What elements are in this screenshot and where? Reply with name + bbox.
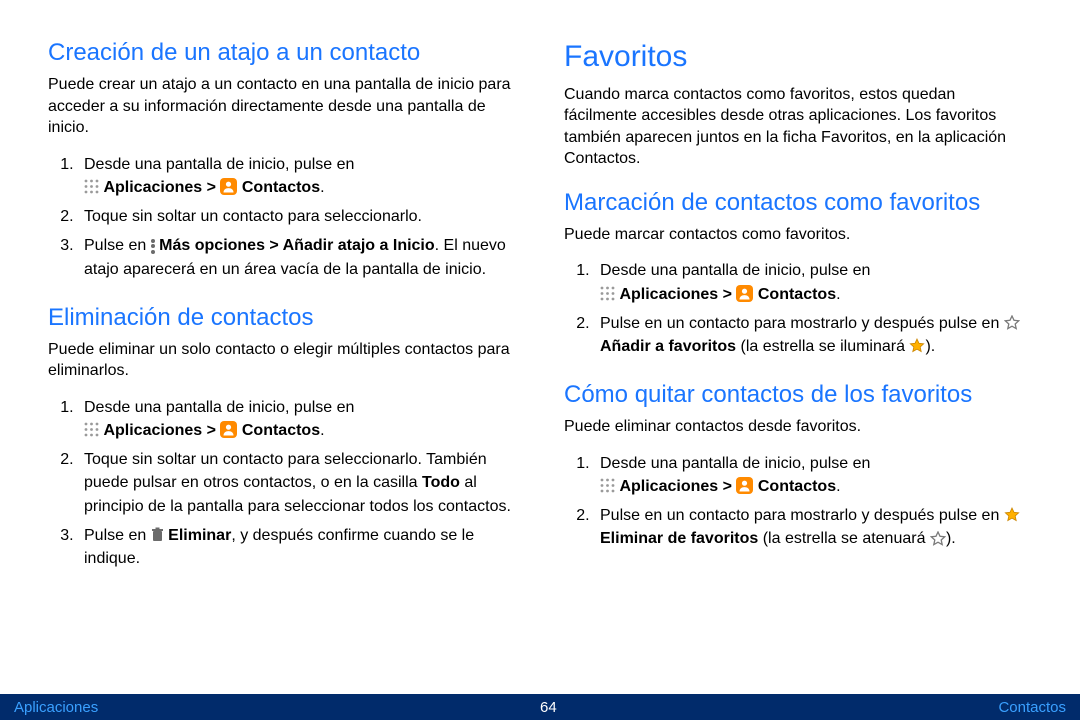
apps-grid-icon [600, 478, 615, 493]
heading-delete: Eliminación de contactos [48, 303, 516, 333]
page-footer: Aplicaciones 64 Contactos [0, 694, 1080, 720]
heading-remove-fav: Cómo quitar contactos de los favoritos [564, 380, 1032, 410]
list-item: Desde una pantalla de inicio, pulse en A… [78, 153, 516, 199]
heading-shortcut: Creación de un atajo a un contacto [48, 38, 516, 68]
star-filled-icon [909, 338, 925, 353]
list-item: Pulse en Más opciones > Añadir atajo a I… [78, 234, 516, 280]
list-item: Toque sin soltar un contacto para selecc… [78, 205, 516, 228]
para-favorites: Cuando marca contactos como favoritos, e… [564, 84, 1032, 170]
steps-mark-fav: Desde una pantalla de inicio, pulse en A… [564, 259, 1032, 358]
steps-shortcut: Desde una pantalla de inicio, pulse en A… [48, 153, 516, 281]
star-filled-icon [1004, 507, 1020, 522]
list-item: Desde una pantalla de inicio, pulse en A… [78, 396, 516, 442]
heading-favorites: Favoritos [564, 38, 1032, 76]
para-delete: Puede eliminar un solo contacto o elegir… [48, 339, 516, 382]
list-item: Desde una pantalla de inicio, pulse en A… [594, 452, 1032, 498]
footer-page-number: 64 [540, 699, 557, 716]
para-shortcut: Puede crear un atajo a un contacto en un… [48, 74, 516, 139]
footer-right: Contactos [998, 699, 1066, 716]
contacts-icon [736, 285, 753, 302]
steps-delete: Desde una pantalla de inicio, pulse en A… [48, 396, 516, 570]
apps-grid-icon [84, 422, 99, 437]
list-item: Pulse en un contacto para mostrarlo y de… [594, 312, 1032, 358]
contacts-icon [220, 421, 237, 438]
para-mark-fav: Puede marcar contactos como favoritos. [564, 224, 1032, 246]
para-remove-fav: Puede eliminar contactos desde favoritos… [564, 416, 1032, 438]
trash-icon [151, 527, 164, 542]
contacts-icon [736, 477, 753, 494]
heading-mark-fav: Marcación de contactos como favoritos [564, 188, 1032, 218]
list-item: Pulse en un contacto para mostrarlo y de… [594, 504, 1032, 550]
right-column: Favoritos Cuando marca contactos como fa… [564, 38, 1032, 592]
list-item: Pulse en Eliminar, y después confirme cu… [78, 524, 516, 570]
more-options-icon [151, 239, 155, 254]
apps-grid-icon [600, 286, 615, 301]
list-item: Desde una pantalla de inicio, pulse en A… [594, 259, 1032, 305]
contacts-icon [220, 178, 237, 195]
star-outline-icon [930, 531, 946, 546]
apps-grid-icon [84, 179, 99, 194]
footer-left: Aplicaciones [14, 699, 98, 716]
star-outline-icon [1004, 315, 1020, 330]
list-item: Toque sin soltar un contacto para selecc… [78, 448, 516, 518]
steps-remove-fav: Desde una pantalla de inicio, pulse en A… [564, 452, 1032, 551]
left-column: Creación de un atajo a un contacto Puede… [48, 38, 516, 592]
